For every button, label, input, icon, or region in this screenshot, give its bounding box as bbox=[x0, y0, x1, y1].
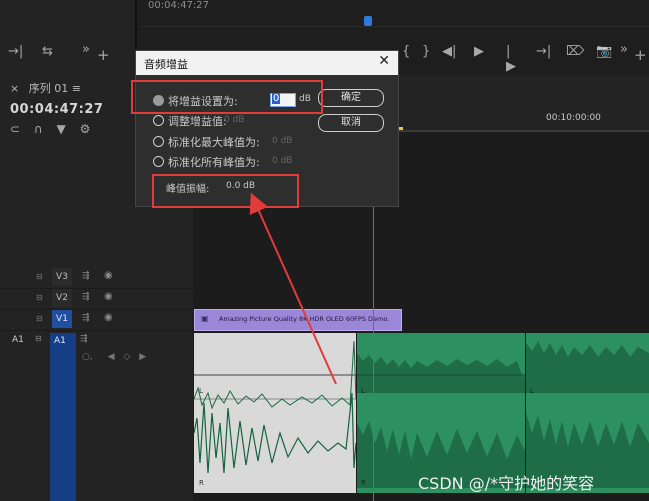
annotation-arrow bbox=[249, 192, 337, 385]
watermark: CSDN @/*守护她的笑容 bbox=[418, 474, 595, 493]
